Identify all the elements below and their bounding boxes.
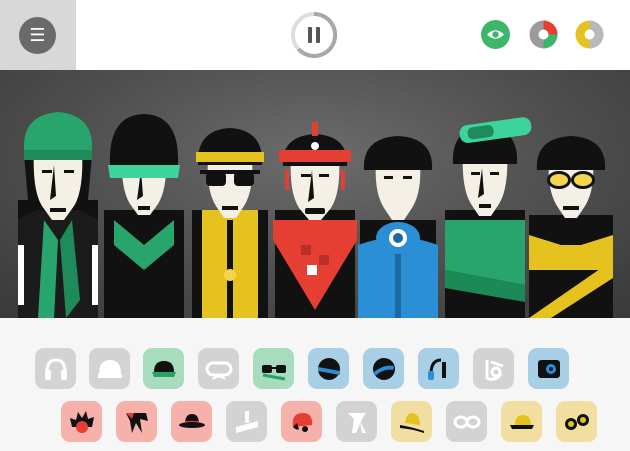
stage-characters — [18, 112, 613, 318]
yellow-mode-button[interactable] — [575, 20, 604, 49]
tile-helmet[interactable] — [89, 348, 130, 389]
half-circle-icon — [575, 20, 604, 49]
goggles-icon — [205, 361, 232, 380]
tile-bangs[interactable] — [116, 401, 157, 442]
beatboxer-7[interactable] — [529, 136, 613, 318]
tile-cap[interactable] — [143, 348, 184, 389]
tile-fedora[interactable] — [391, 401, 432, 442]
menu-panel: ☰ — [0, 0, 76, 70]
tile-crown[interactable] — [226, 401, 267, 442]
spiky-hair-icon — [69, 410, 94, 433]
tile-earphones[interactable] — [418, 348, 459, 389]
bucket-hat-icon — [509, 414, 534, 429]
color-wheel-button[interactable] — [529, 20, 558, 49]
tile-spiky-hair[interactable] — [61, 401, 102, 442]
tile-aviator[interactable] — [446, 401, 487, 442]
icon-tray — [0, 318, 630, 451]
scarf-icon — [347, 412, 366, 433]
glasses-icon — [261, 364, 286, 380]
tile-scarf[interactable] — [336, 401, 377, 442]
eye-toggle-button[interactable] — [481, 20, 510, 49]
eye-icon — [487, 30, 504, 39]
beatboxer-6[interactable] — [445, 116, 532, 318]
swirl-icon — [485, 359, 503, 381]
fedora-icon — [399, 412, 424, 433]
cap-icon — [151, 360, 176, 377]
menu-icon: ☰ — [29, 24, 46, 46]
tile-glasses[interactable] — [253, 348, 294, 389]
beatboxer-4[interactable] — [273, 122, 357, 318]
bangs-icon — [125, 412, 148, 433]
beatboxer-3[interactable] — [192, 128, 268, 318]
earphones-icon — [427, 358, 446, 380]
beatboxer-5[interactable] — [358, 136, 438, 318]
tile-bucket-hat[interactable] — [501, 401, 542, 442]
tile-headphones[interactable] — [35, 348, 76, 389]
crown-icon — [235, 410, 258, 433]
beatboxer-1[interactable] — [18, 112, 98, 318]
mask-icon — [372, 357, 395, 380]
tile-visor[interactable] — [308, 348, 349, 389]
headphones-icon — [44, 357, 67, 380]
tile-beanie[interactable] — [281, 401, 322, 442]
visor-icon — [317, 357, 340, 380]
tile-mask[interactable] — [363, 348, 404, 389]
menu-button[interactable]: ☰ — [19, 17, 56, 54]
aviator-icon — [453, 415, 480, 428]
beatboxer-2[interactable] — [104, 114, 184, 318]
beanie-icon — [292, 412, 312, 432]
color-wheel-icon — [529, 20, 558, 49]
hat-icon — [178, 413, 205, 428]
tile-goggles[interactable] — [198, 348, 239, 389]
stage — [0, 70, 630, 318]
top-bar: ☰ — [0, 0, 630, 70]
tile-round-glasses[interactable] — [556, 401, 597, 442]
tile-swirl[interactable] — [473, 348, 514, 389]
pause-icon — [291, 11, 338, 58]
helmet-icon — [97, 359, 122, 378]
speaker-icon — [537, 359, 560, 378]
round-glasses-icon — [564, 413, 589, 430]
tile-speaker[interactable] — [528, 348, 569, 389]
tile-hat[interactable] — [171, 401, 212, 442]
pause-button[interactable] — [290, 11, 338, 59]
